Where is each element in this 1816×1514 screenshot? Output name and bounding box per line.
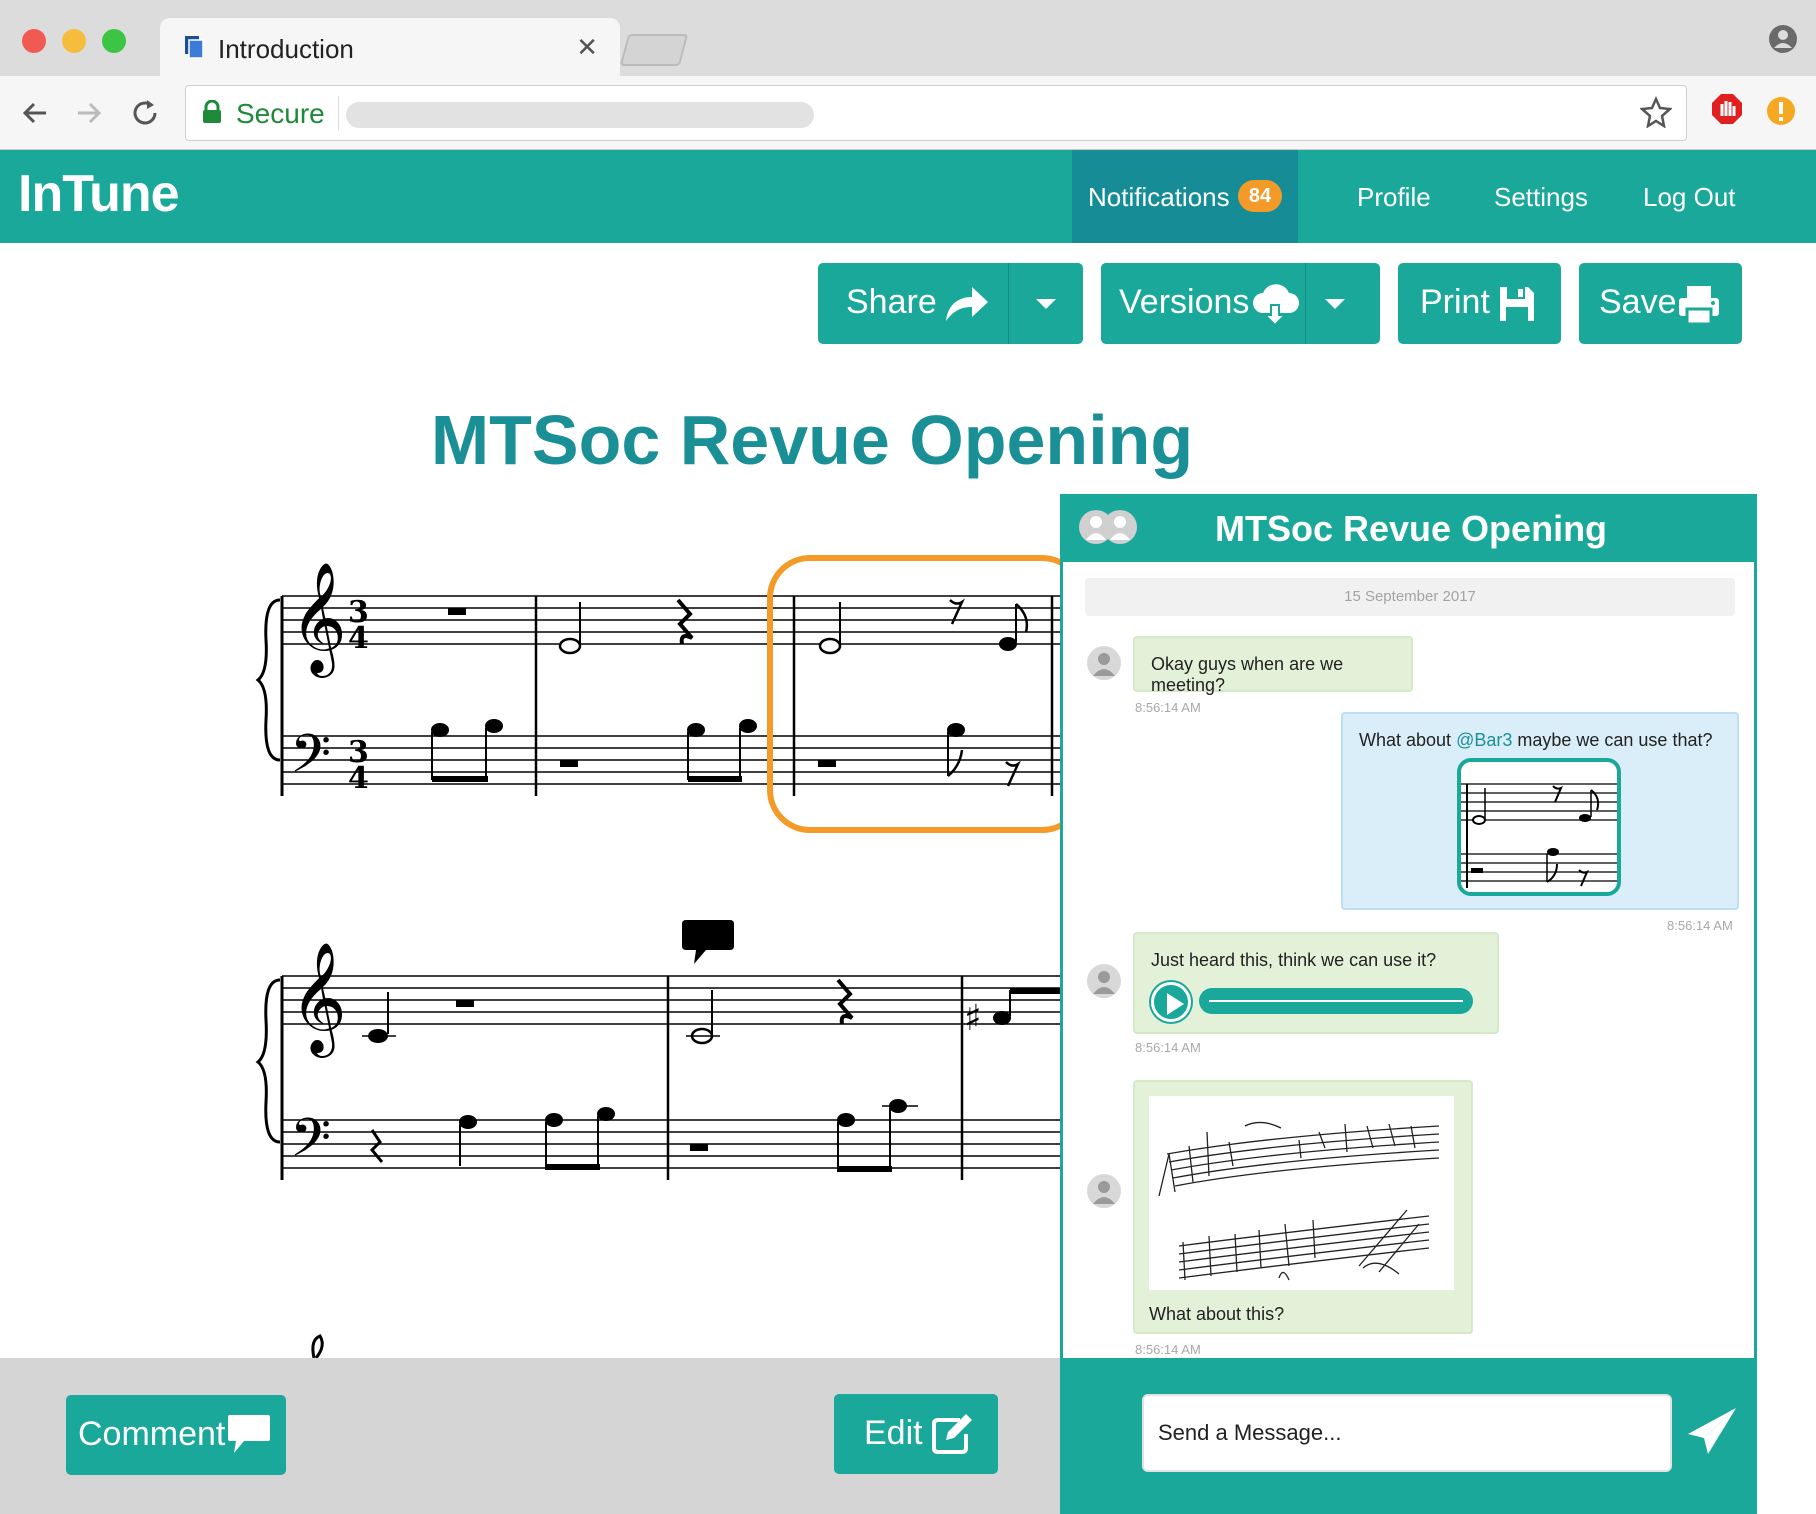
share-split-divider [1008, 263, 1009, 344]
print-button[interactable]: Print [1398, 263, 1561, 344]
browser-tab-bar: Introduction ✕ [0, 0, 1816, 78]
versions-dropdown-caret-icon[interactable] [1325, 299, 1345, 309]
address-divider [338, 96, 339, 130]
page-favicon-icon [182, 34, 206, 65]
versions-button[interactable]: Versions [1101, 263, 1305, 344]
chat-message-text: Okay guys when are we meeting? [1151, 654, 1344, 695]
edit-pencil-icon [930, 1412, 974, 1465]
tab-close-icon[interactable]: ✕ [576, 32, 598, 63]
user-avatar-icon[interactable] [1087, 1174, 1121, 1208]
bar-snippet-thumbnail[interactable] [1457, 758, 1621, 896]
handwritten-score-image[interactable] [1149, 1096, 1454, 1290]
chat-message-text: What about this? [1149, 1304, 1285, 1324]
score-system-1: 𝄞 𝄢 3 4 3 4 [255, 561, 1062, 798]
group-users-icon [1078, 508, 1138, 551]
nav-notifications-label: Notifications [1088, 182, 1230, 212]
chat-message-audio: Just heard this, think we can use it? [1133, 932, 1499, 1034]
alert-extension-icon[interactable] [1766, 96, 1796, 131]
save-button[interactable]: Save [1579, 263, 1742, 344]
user-avatar-icon[interactable] [1087, 646, 1121, 680]
browser-tab[interactable]: Introduction ✕ [160, 18, 620, 78]
chat-message-own: What about @Bar3 maybe we can use that? [1341, 712, 1739, 910]
chat-title: MTSoc Revue Opening [1215, 508, 1608, 549]
reload-icon[interactable] [128, 96, 162, 130]
url-redacted [346, 102, 814, 128]
chat-date-divider: 15 September 2017 [1085, 578, 1735, 616]
selected-bar-highlight[interactable] [767, 555, 1062, 833]
send-paper-plane-icon[interactable] [1684, 1404, 1740, 1465]
share-button-group: Share [818, 263, 1083, 344]
chat-message-image: What about this? [1133, 1080, 1473, 1334]
chat-message-text: Just heard this, think we can use it? [1151, 950, 1437, 970]
page-margin [1757, 1358, 1816, 1514]
share-arrow-icon [944, 285, 990, 332]
audio-progress-track[interactable] [1199, 988, 1473, 1014]
speech-bubble-icon [226, 1413, 272, 1464]
window-maximize-button[interactable] [102, 29, 126, 53]
window-close-button[interactable] [22, 29, 46, 53]
forward-arrow-icon[interactable] [72, 96, 106, 130]
floppy-disk-icon [1498, 285, 1536, 332]
chat-message-text: What about @Bar3 maybe we can use that? [1359, 730, 1713, 750]
chat-message-time: 8:56:14 AM [1135, 1342, 1201, 1357]
bottom-bar: Comment Edit [0, 1358, 1060, 1514]
svg-text:♯: ♯ [964, 998, 981, 1039]
chat-message-time: 8:56:14 AM [1135, 700, 1201, 715]
comment-marker-icon[interactable] [682, 920, 734, 964]
svg-text:4: 4 [348, 761, 369, 796]
print-button-label: Print [1420, 283, 1490, 321]
chat-message-time: 8:56:14 AM [1667, 918, 1733, 933]
back-arrow-icon[interactable] [18, 96, 52, 130]
versions-split-divider [1305, 263, 1306, 344]
edit-button-label: Edit [864, 1414, 923, 1452]
treble-clef-glyph: 𝄞 [290, 561, 347, 678]
browser-toolbar: Secure [0, 76, 1816, 150]
app-logo[interactable]: InTune [18, 164, 180, 224]
share-dropdown-caret-icon[interactable] [1036, 299, 1056, 309]
adblock-extension-icon[interactable] [1710, 92, 1744, 131]
svg-text:𝄢: 𝄢 [290, 1108, 331, 1182]
chat-header: MTSoc Revue Opening [1060, 494, 1757, 562]
bookmark-star-icon[interactable] [1639, 95, 1673, 133]
document-title: MTSoc Revue Opening [430, 401, 1194, 479]
account-icon[interactable] [1768, 24, 1798, 59]
new-tab-button[interactable] [619, 34, 689, 66]
bass-clef-glyph: 𝄢 [290, 724, 331, 798]
versions-button-group: Versions [1101, 263, 1380, 344]
tab-title: Introduction [218, 34, 354, 64]
time-signature-bottom: 4 [348, 621, 369, 656]
cloud-download-icon [1251, 283, 1299, 336]
user-avatar-icon[interactable] [1087, 964, 1121, 998]
bar-mention-link[interactable]: @Bar3 [1456, 730, 1512, 750]
notification-count-badge: 84 [1238, 180, 1282, 212]
nav-notifications[interactable]: Notifications 84 [1072, 150, 1298, 243]
score-system-3-fragment [311, 1334, 324, 1359]
chat-message: Okay guys when are we meeting? [1133, 636, 1413, 695]
nav-settings[interactable]: Settings [1494, 182, 1588, 213]
versions-button-label: Versions [1119, 283, 1250, 321]
chat-compose-bar [1060, 1358, 1757, 1514]
app-header: InTune Notifications 84 Profile Settings… [0, 150, 1816, 243]
play-icon[interactable] [1151, 982, 1191, 1022]
save-button-label: Save [1599, 283, 1677, 321]
score-system-2: 𝄞 𝄢 ♯ [255, 941, 1062, 1182]
share-button-label: Share [846, 283, 937, 321]
lock-icon [202, 99, 222, 129]
nav-profile[interactable]: Profile [1357, 182, 1431, 213]
edit-button[interactable]: Edit [834, 1394, 998, 1474]
share-button[interactable]: Share [818, 263, 1008, 344]
window-minimize-button[interactable] [62, 29, 86, 53]
secure-label: Secure [236, 98, 325, 129]
sheet-music-score[interactable]: 𝄞 𝄢 3 4 3 4 𝄞 𝄢 ♯ [250, 540, 1062, 1360]
comment-button[interactable]: Comment [66, 1395, 286, 1475]
comment-button-label: Comment [78, 1415, 226, 1453]
nav-logout[interactable]: Log Out [1643, 182, 1736, 213]
chat-message-time: 8:56:14 AM [1135, 1040, 1201, 1055]
printer-icon [1677, 285, 1721, 334]
message-input[interactable] [1142, 1394, 1672, 1472]
svg-text:𝄞: 𝄞 [290, 941, 347, 1058]
address-bar[interactable]: Secure [185, 85, 1687, 141]
